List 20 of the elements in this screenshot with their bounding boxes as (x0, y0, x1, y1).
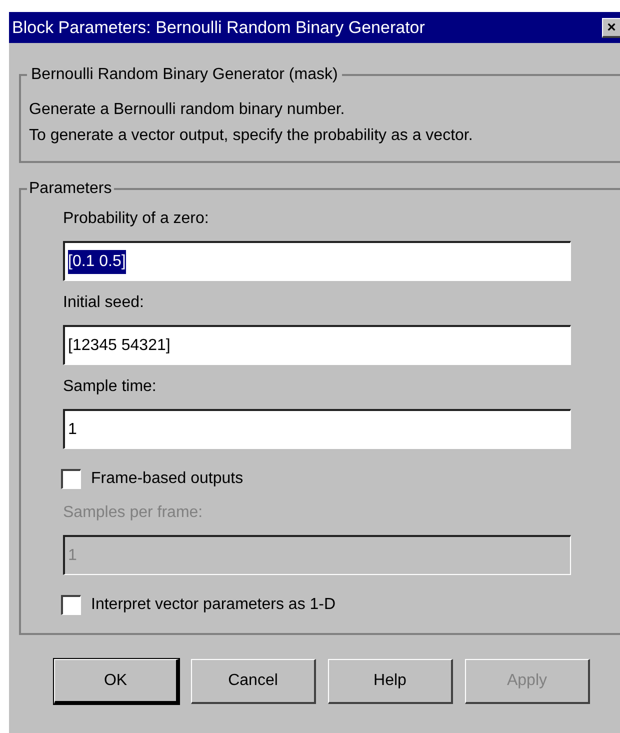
description-text: Generate a Bernoulli random binary number. (29, 100, 346, 120)
field-label: Probability of a zero: (63, 209, 210, 229)
dialog-button[interactable]: OK (54, 659, 179, 704)
field-label: Initial seed: (63, 293, 145, 313)
description-text: To generate a vector output, specify the probability as a vector. (29, 126, 474, 146)
checkbox-label: Interpret vector parameters as 1-D (91, 595, 336, 615)
input-field[interactable]: 1 (63, 409, 571, 449)
group-title: Bernoulli Random Binary Generator (mask) (30, 65, 339, 85)
field-label: Sample time: (63, 377, 158, 397)
close-button[interactable]: × (602, 18, 620, 38)
checkbox-label: Frame-based outputs (91, 469, 244, 489)
dialog-button[interactable]: Help (328, 659, 453, 704)
group-title: Parameters (28, 179, 113, 199)
field-label: Samples per frame: (63, 503, 204, 523)
checkbox[interactable] (61, 595, 81, 615)
window-title: Block Parameters: Bernoulli Random Binary Generator (12, 16, 425, 39)
dialog-button[interactable]: Cancel (191, 659, 316, 704)
input-field[interactable]: [12345 54321] (63, 325, 571, 365)
checkbox[interactable] (61, 469, 81, 489)
input-field[interactable]: [0.1 0.5] (63, 241, 571, 281)
